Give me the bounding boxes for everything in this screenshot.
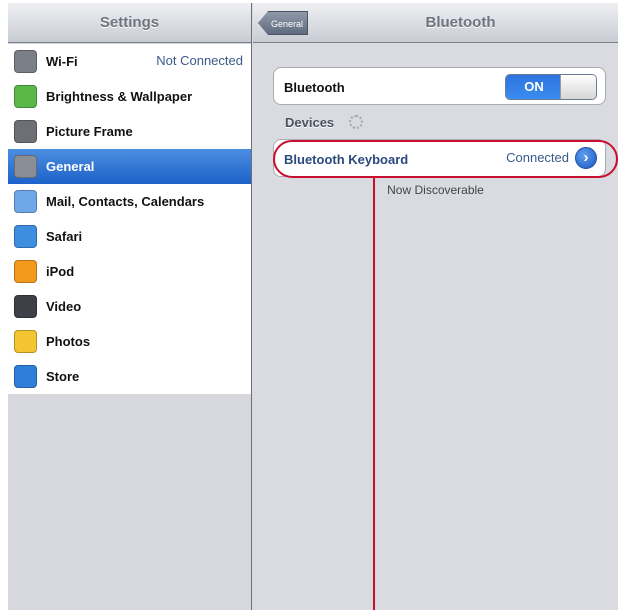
sidebar-header: Settings	[8, 3, 251, 43]
annotation-callout	[273, 140, 618, 178]
sidebar-item-label: General	[46, 159, 95, 174]
sidebar-title: Settings	[99, 14, 160, 31]
video-icon	[14, 295, 37, 318]
photos-icon	[14, 330, 37, 353]
switch-on-label: ON	[506, 75, 562, 99]
bluetooth-switch[interactable]: ON	[505, 74, 597, 100]
sidebar-item-label: Safari	[46, 229, 83, 244]
settings-window: Settings Wi-Fi Not Connected Brightness …	[8, 3, 618, 610]
wifi-icon	[14, 50, 37, 73]
detail-title: Bluetooth	[425, 14, 496, 31]
sidebar-item-label: Store	[46, 369, 80, 384]
detail-header: General Bluetooth	[253, 3, 618, 43]
sidebar-item-label: Photos	[46, 334, 91, 349]
sidebar-item-wifi[interactable]: Wi-Fi Not Connected	[8, 44, 251, 80]
store-icon	[14, 365, 37, 388]
annotation-leader-line	[373, 178, 375, 610]
bluetooth-toggle-row: Bluetooth ON	[273, 67, 606, 105]
sidebar-item-label: Mail, Contacts, Calendars	[46, 194, 205, 209]
picture-frame-icon	[14, 120, 37, 143]
gear-icon	[14, 155, 37, 178]
sidebar-item-brightness-wallpaper[interactable]: Brightness & Wallpaper	[8, 79, 251, 115]
ipod-icon	[14, 260, 37, 283]
sidebar-item-safari[interactable]: Safari	[8, 219, 251, 255]
sidebar-item-label: Video	[46, 299, 82, 314]
switch-knob	[560, 75, 596, 99]
sidebar: Settings Wi-Fi Not Connected Brightness …	[8, 3, 252, 610]
mail-icon	[14, 190, 37, 213]
sidebar-item-ipod[interactable]: iPod	[8, 254, 251, 290]
sidebar-item-picture-frame[interactable]: Picture Frame	[8, 114, 251, 150]
wifi-status: Not Connected	[156, 53, 243, 68]
sidebar-item-general[interactable]: General	[8, 149, 251, 185]
activity-spinner-icon	[349, 115, 363, 129]
sidebar-item-photos[interactable]: Photos	[8, 324, 251, 360]
sidebar-item-store[interactable]: Store	[8, 359, 251, 395]
bluetooth-label: Bluetooth	[284, 80, 345, 95]
sidebar-item-label: iPod	[46, 264, 75, 279]
brightness-icon	[14, 85, 37, 108]
sidebar-item-mail-contacts-calendars[interactable]: Mail, Contacts, Calendars	[8, 184, 251, 220]
devices-section-label: Devices	[285, 115, 335, 130]
sidebar-item-label: Picture Frame	[46, 124, 133, 139]
sidebar-item-video[interactable]: Video	[8, 289, 251, 325]
safari-icon	[14, 225, 37, 248]
sidebar-item-label: Brightness & Wallpaper	[46, 89, 193, 104]
discoverable-status: Now Discoverable	[387, 183, 484, 197]
sidebar-item-label: Wi-Fi	[46, 54, 78, 69]
back-button[interactable]: General	[258, 11, 308, 35]
detail-pane: General Bluetooth Bluetooth ON Devices B…	[253, 3, 618, 610]
